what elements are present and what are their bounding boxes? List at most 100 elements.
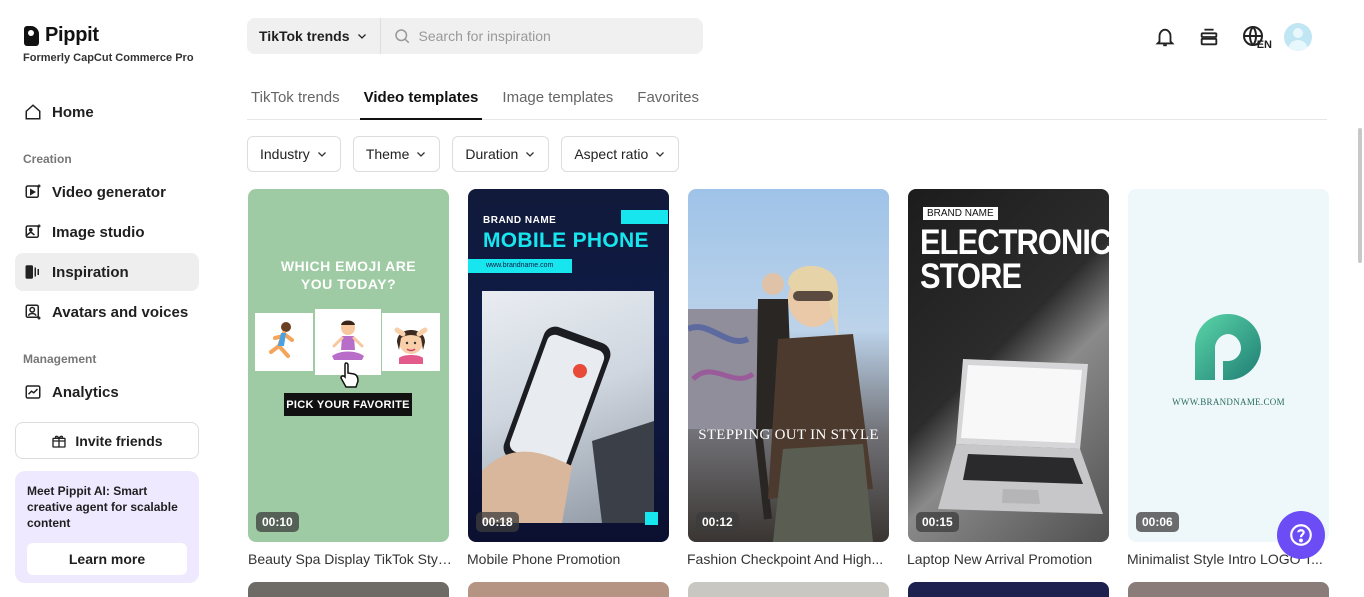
language-button[interactable]: EN [1238,22,1272,52]
video-generator-icon [25,184,41,198]
sidebar-item-inspiration[interactable]: Inspiration [15,253,199,291]
section-label-creation: Creation [23,152,72,166]
sidebar: Pippit Formerly CapCut Commerce Pro Home… [0,0,215,597]
section-label-management: Management [23,352,97,366]
search-field [381,27,703,45]
search-icon [394,29,409,44]
chevron-down-icon [357,34,366,39]
language-code: EN [1256,39,1272,51]
help-icon [1290,524,1312,546]
scrollbar-thumb[interactable] [1358,128,1362,263]
cyan-block-icon [621,210,668,224]
sidebar-item-label: Image studio [52,223,145,241]
analytics-icon [25,385,41,399]
filter-bar: Industry Theme Duration Aspect ratio [247,136,680,172]
filter-theme[interactable]: Theme [352,136,441,172]
card-brand: BRAND NAME [923,207,998,220]
card-title[interactable]: Laptop New Arrival Promotion [907,551,1112,567]
chevron-down-icon [526,152,535,157]
emoji-tile-running [255,313,313,371]
template-card-next[interactable] [688,582,889,597]
cyan-square-icon [645,512,658,525]
brand-logo-icon [1195,314,1261,380]
tab-video-templates[interactable]: Video templates [359,80,483,120]
template-card-next[interactable] [908,582,1109,597]
filter-duration[interactable]: Duration [452,136,550,172]
pointer-hand-icon [340,362,359,388]
brand-name: Pippit [45,24,99,46]
template-card[interactable]: STEPPING OUT IN STYLE 00:12 [688,189,889,542]
filter-label: Theme [365,146,410,162]
invite-label: Invite friends [75,432,163,449]
duration-badge: 00:12 [696,512,739,532]
filter-industry[interactable]: Industry [247,136,341,172]
chevron-down-icon [317,152,326,157]
tab-favorites[interactable]: Favorites [633,80,703,120]
template-card[interactable]: BRAND NAME ELECTRONIC STORE 00:15 [908,189,1109,542]
template-card-next[interactable] [1128,582,1329,597]
image-studio-icon [25,224,41,238]
template-card[interactable]: WHICH EMOJI ARE YOU TODAY? PICK YOUR FAV… [248,189,449,542]
pippit-logo-icon [24,25,39,46]
duration-badge: 00:15 [916,512,959,532]
learn-more-button[interactable]: Learn more [27,543,187,575]
card-url: WWW.BRANDNAME.COM [1172,397,1285,407]
duration-badge: 00:10 [256,512,299,532]
sidebar-item-label: Avatars and voices [52,303,189,321]
card-headline: MOBILE PHONE [483,229,649,252]
card-title[interactable]: Beauty Spa Display TikTok Style... [248,551,453,567]
avatar-voice-icon [25,304,41,320]
sidebar-item-analytics[interactable]: Analytics [15,373,199,411]
sidebar-item-label: Home [52,103,94,121]
home-icon [25,104,41,120]
chevron-down-icon [417,152,426,157]
search-category-dropdown[interactable]: TikTok trends [247,18,381,54]
card-headline: WHICH EMOJI ARE YOU TODAY? [280,258,417,292]
bell-icon [1155,28,1175,47]
notifications-button[interactable] [1150,22,1180,52]
filter-aspect-ratio[interactable]: Aspect ratio [561,136,680,172]
help-button[interactable] [1277,511,1325,559]
fashion-photo [688,265,873,542]
sidebar-item-home[interactable]: Home [15,93,199,131]
promo-text: Meet Pippit AI: Smart creative agent for… [27,484,178,530]
card-title[interactable]: Mobile Phone Promotion [467,551,672,567]
card-headline-2: STORE [920,257,1022,296]
template-card-next[interactable] [248,582,449,597]
chevron-down-icon [656,152,665,157]
sidebar-item-label: Video generator [52,183,166,201]
search-input[interactable] [418,28,699,44]
user-avatar[interactable] [1284,23,1312,51]
sidebar-item-avatars-voices[interactable]: Avatars and voices [15,293,199,331]
inspiration-icon [25,265,39,279]
card-cta: PICK YOUR FAVORITE [284,393,412,416]
search-bar: TikTok trends [247,18,703,54]
filter-label: Duration [465,146,519,162]
card-title[interactable]: Fashion Checkpoint And High... [687,551,892,567]
template-card[interactable]: WWW.BRANDNAME.COM 00:06 [1128,189,1329,542]
card-url: www.brandname.com [468,259,572,273]
duration-badge: 00:18 [476,512,519,532]
gift-icon [52,435,67,448]
header-actions: EN [1150,22,1312,52]
card-caption: STEPPING OUT IN STYLE [698,427,879,443]
tab-bar: TikTok trends Video templates Image temp… [247,80,1327,120]
tab-tiktok-trends[interactable]: TikTok trends [247,80,344,120]
logo[interactable]: Pippit [24,24,99,47]
duration-badge: 00:06 [1136,512,1179,532]
storage-button[interactable] [1194,22,1224,52]
tab-image-templates[interactable]: Image templates [498,80,617,120]
filter-label: Aspect ratio [574,146,649,162]
template-card[interactable]: BRAND NAME MOBILE PHONE www.brandname.co… [468,189,669,542]
promo-card: Meet Pippit AI: Smart creative agent for… [15,471,199,583]
sidebar-item-label: Inspiration [52,263,129,281]
sidebar-item-video-generator[interactable]: Video generator [15,173,199,211]
card-brand: BRAND NAME [483,215,557,226]
app-root: Pippit Formerly CapCut Commerce Pro Home… [0,0,1364,597]
search-category-label: TikTok trends [259,28,350,44]
template-card-next[interactable] [468,582,669,597]
invite-friends-button[interactable]: Invite friends [15,422,199,459]
emoji-tile-massage [382,313,440,371]
sidebar-item-image-studio[interactable]: Image studio [15,213,199,251]
phone-photo [482,291,654,523]
